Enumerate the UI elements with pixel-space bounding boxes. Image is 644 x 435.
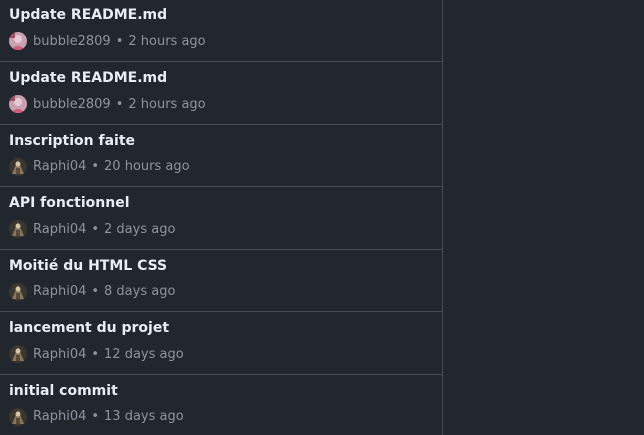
commit-author-link[interactable]: Raphi04 (33, 284, 86, 299)
avatar-brown-icon[interactable] (9, 282, 27, 301)
commit-time: 8 days ago (104, 284, 176, 299)
avatar-brown-icon[interactable] (9, 157, 27, 176)
commit-item: lancement du projet Raphi04 • 12 days ag… (0, 312, 442, 375)
commit-message-link[interactable]: initial commit (9, 383, 118, 399)
commit-author-link[interactable]: Raphi04 (33, 409, 86, 424)
commit-item: initial commit Raphi04 • 13 days ago (0, 375, 442, 435)
commit-item: Update README.md bubble2809 • 2 hours ag… (0, 62, 442, 125)
commit-meta: Raphi04 • 12 days ago (9, 345, 184, 363)
commit-item: Inscription faite Raphi04 • 20 hours ago (0, 125, 442, 187)
commit-message-link[interactable]: Inscription faite (9, 133, 135, 149)
commit-message-link[interactable]: Update README.md (9, 7, 167, 23)
commit-message-link[interactable]: Moitié du HTML CSS (9, 258, 167, 274)
commit-time: 2 days ago (104, 221, 176, 237)
meta-separator: • (115, 96, 124, 112)
meta-separator: • (91, 221, 100, 237)
commit-author-link[interactable]: Raphi04 (33, 347, 86, 362)
commit-time: 2 hours ago (128, 33, 206, 49)
meta-separator: • (91, 159, 100, 174)
meta-separator: • (91, 409, 100, 424)
commit-message-link[interactable]: lancement du projet (9, 320, 169, 336)
commit-item: API fonctionnel Raphi04 • 2 days ago (0, 187, 442, 250)
commit-meta: Raphi04 • 20 hours ago (9, 157, 190, 176)
avatar-brown-icon[interactable] (9, 220, 27, 238)
commit-meta: bubble2809 • 2 hours ago (9, 95, 206, 113)
commit-meta: Raphi04 • 2 days ago (9, 220, 175, 238)
commit-author-link[interactable]: Raphi04 (33, 222, 86, 237)
commit-message-link[interactable]: API fonctionnel (9, 195, 130, 211)
commit-time: 13 days ago (104, 409, 184, 424)
commit-time: 20 hours ago (104, 159, 190, 174)
commit-item: Moitié du HTML CSS Raphi04 • 8 days ago (0, 250, 442, 312)
commit-meta: Raphi04 • 13 days ago (9, 407, 184, 426)
commit-time: 2 hours ago (128, 96, 206, 112)
commit-meta: bubble2809 • 2 hours ago (9, 32, 206, 50)
avatar-pink-icon[interactable] (9, 32, 27, 50)
commit-message-link[interactable]: Update README.md (9, 70, 167, 86)
commit-author-link[interactable]: Raphi04 (33, 159, 86, 174)
commit-panel: Update README.md bubble2809 • 2 hours ag… (0, 0, 644, 435)
meta-separator: • (91, 284, 100, 299)
commit-author-link[interactable]: bubble2809 (33, 34, 111, 49)
meta-separator: • (91, 346, 100, 362)
commit-list: Update README.md bubble2809 • 2 hours ag… (0, 0, 443, 435)
avatar-brown-icon[interactable] (9, 407, 27, 426)
avatar-brown-icon[interactable] (9, 345, 27, 363)
commit-item: Update README.md bubble2809 • 2 hours ag… (0, 0, 442, 62)
commit-meta: Raphi04 • 8 days ago (9, 282, 176, 301)
avatar-pink-icon[interactable] (9, 95, 27, 113)
commit-time: 12 days ago (104, 346, 184, 362)
commit-author-link[interactable]: bubble2809 (33, 97, 111, 112)
meta-separator: • (115, 33, 124, 49)
